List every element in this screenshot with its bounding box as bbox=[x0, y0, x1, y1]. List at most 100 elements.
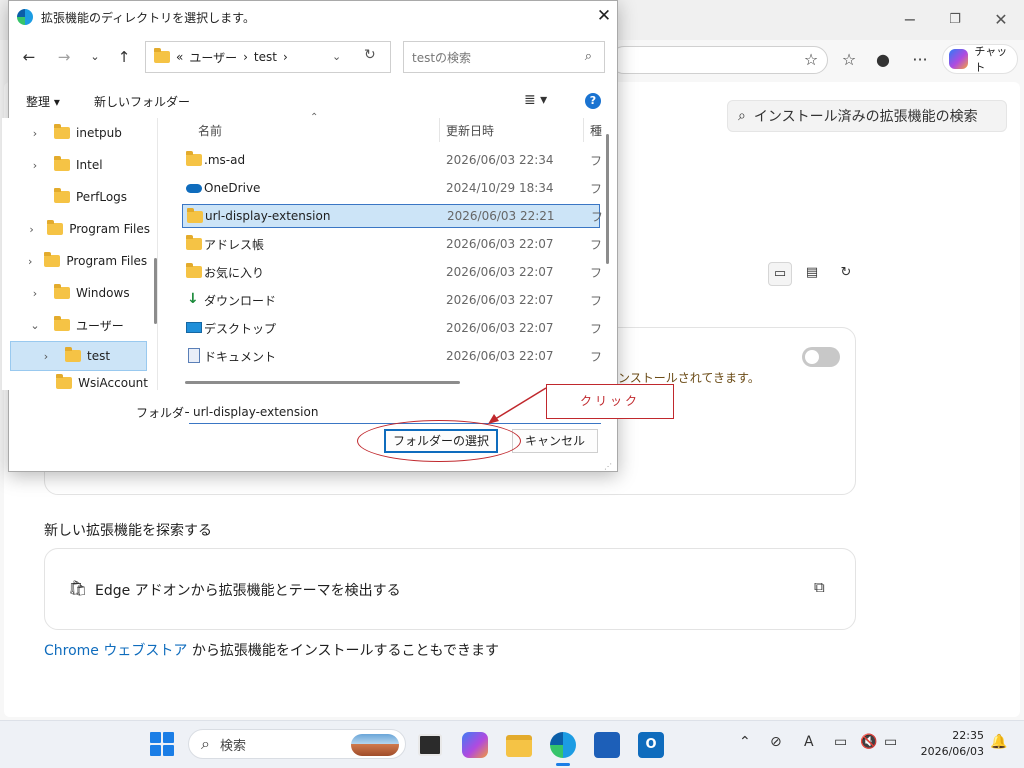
file-type: フ bbox=[590, 349, 603, 364]
start-button[interactable] bbox=[150, 732, 174, 756]
file-row[interactable]: お気に入り 2026/06/03 22:07 フ bbox=[182, 260, 602, 284]
search-highlight-image bbox=[351, 734, 399, 756]
back-button[interactable]: ← bbox=[18, 44, 40, 70]
notification-bell-icon[interactable]: 🔔 bbox=[990, 734, 1007, 750]
chevron-right-icon[interactable]: › bbox=[28, 255, 32, 268]
chevron-right-icon[interactable]: › bbox=[28, 159, 42, 172]
show-hidden-icons-chevron-icon[interactable]: ⌃ bbox=[739, 734, 751, 750]
up-folder-button[interactable]: ↑ bbox=[113, 44, 135, 70]
microsoft-store-icon[interactable] bbox=[594, 732, 620, 758]
folder-icon bbox=[186, 263, 202, 278]
tree-item-program-files-x86[interactable]: › Program Files (x86) bbox=[28, 246, 150, 276]
breadcrumb-item-users[interactable]: ユーザー bbox=[189, 49, 237, 66]
tree-item-label: WsiAccount bbox=[78, 376, 148, 390]
tree-item-users[interactable]: ⌄ ユーザー bbox=[28, 310, 174, 340]
chrome-store-line: Chrome ウェブストア から拡張機能をインストールすることもできます bbox=[44, 640, 499, 660]
chevron-right-icon[interactable]: › bbox=[28, 223, 35, 236]
file-row[interactable]: .ms-ad 2026/06/03 22:34 フ bbox=[182, 148, 602, 172]
breadcrumb-overflow[interactable]: « bbox=[176, 50, 183, 64]
reload-icon[interactable]: ↻ bbox=[834, 262, 858, 286]
edge-taskbar-icon[interactable] bbox=[550, 732, 576, 758]
more-menu-icon[interactable]: ··· bbox=[907, 48, 933, 72]
breadcrumb-item-test[interactable]: test bbox=[254, 50, 277, 64]
chrome-store-link[interactable]: Chrome ウェブストア bbox=[44, 643, 187, 659]
taskbar-search-box[interactable]: ⌕ 検索 bbox=[188, 729, 406, 759]
column-header-name[interactable]: 名前 bbox=[198, 122, 222, 139]
file-explorer-icon[interactable] bbox=[506, 735, 532, 757]
column-divider[interactable] bbox=[583, 118, 584, 142]
task-view-icon[interactable] bbox=[418, 734, 442, 756]
edge-addons-link-text: Edge アドオンから拡張機能とテーマを検出する bbox=[95, 583, 401, 599]
cancel-button[interactable]: キャンセル bbox=[512, 429, 598, 453]
recent-locations-chevron-icon[interactable]: ⌄ bbox=[84, 44, 106, 70]
display-icon[interactable]: ▭ bbox=[834, 734, 847, 750]
chevron-right-icon[interactable]: › bbox=[28, 127, 42, 140]
file-list-horizontal-scrollbar[interactable] bbox=[185, 381, 460, 384]
breadcrumb-dropdown-icon[interactable]: ⌄ bbox=[332, 50, 341, 63]
clock-time: 22:35 bbox=[952, 729, 984, 742]
volume-muted-icon[interactable]: 🔇 bbox=[860, 734, 877, 750]
refresh-icon[interactable]: ↻ bbox=[364, 47, 376, 63]
profile-avatar[interactable]: ● bbox=[870, 48, 896, 72]
folder-icon bbox=[54, 284, 70, 299]
tree-item-test[interactable]: › test bbox=[10, 341, 147, 371]
file-row[interactable]: アドレス帳 2026/06/03 22:07 フ bbox=[182, 232, 602, 256]
folder-icon bbox=[54, 316, 70, 331]
folder-icon bbox=[154, 48, 170, 63]
folder-search-input[interactable]: testの検索 ⌕ bbox=[403, 41, 605, 73]
chevron-down-icon[interactable]: ⌄ bbox=[28, 319, 42, 332]
dialog-close-button[interactable]: ✕ bbox=[593, 5, 615, 27]
organize-menu[interactable]: 整理 ▾ bbox=[26, 93, 60, 110]
file-row[interactable]: ↓ ダウンロード 2026/06/03 22:07 フ bbox=[182, 288, 602, 312]
input-method-icon[interactable]: A bbox=[804, 734, 814, 750]
tree-item-program-files[interactable]: › Program Files bbox=[28, 214, 150, 244]
column-header-date[interactable]: 更新日時 bbox=[446, 122, 494, 139]
battery-charging-icon[interactable]: ▭ bbox=[884, 734, 897, 750]
file-row[interactable]: デスクトップ 2026/06/03 22:07 フ bbox=[182, 316, 602, 340]
folder-icon bbox=[54, 156, 70, 171]
chrome-store-suffix: から拡張機能をインストールすることもできます bbox=[187, 643, 499, 659]
help-icon[interactable]: ? bbox=[585, 93, 601, 109]
pack-extension-icon[interactable]: ▭ bbox=[768, 262, 792, 286]
network-offline-icon[interactable]: ⊘ bbox=[770, 734, 782, 750]
extension-search-box[interactable]: ⌕ インストール済みの拡張機能の検索 bbox=[727, 100, 1007, 132]
microsoft365-icon[interactable] bbox=[462, 732, 488, 758]
tree-scrollbar[interactable] bbox=[154, 258, 157, 324]
file-row[interactable]: OneDrive 2024/10/29 18:34 フ bbox=[182, 176, 602, 200]
favorite-star-icon[interactable]: ☆ bbox=[798, 48, 824, 72]
new-folder-button[interactable]: 新しいフォルダー bbox=[94, 93, 190, 110]
search-icon: ⌕ bbox=[584, 49, 592, 64]
favorites-icon[interactable]: ☆ bbox=[836, 48, 862, 72]
tree-item-wsiaccount[interactable]: WsiAccount bbox=[40, 374, 148, 392]
system-clock[interactable]: 22:35 2026/06/03 bbox=[914, 728, 984, 760]
copilot-chat-button[interactable]: チャット bbox=[942, 44, 1018, 74]
column-header-type[interactable]: 種 bbox=[590, 122, 602, 139]
chevron-right-icon[interactable]: › bbox=[28, 287, 42, 300]
resize-grip-icon[interactable]: ⋰ bbox=[604, 462, 612, 471]
file-row[interactable]: ドキュメント 2026/06/03 22:07 フ bbox=[182, 344, 603, 368]
address-bar[interactable] bbox=[610, 46, 828, 74]
forward-button[interactable]: → bbox=[53, 44, 75, 70]
tree-item-windows[interactable]: › Windows bbox=[28, 278, 174, 308]
outlook-icon[interactable]: O bbox=[638, 732, 664, 758]
tree-item-perflogs[interactable]: PerfLogs bbox=[28, 182, 174, 212]
download-icon: ↓ bbox=[187, 291, 199, 307]
chevron-right-icon[interactable]: › bbox=[283, 50, 288, 64]
tree-item-intel[interactable]: › Intel bbox=[28, 150, 174, 180]
view-options-icon[interactable]: ≣ ▾ bbox=[524, 92, 547, 108]
file-list-vertical-scrollbar[interactable] bbox=[606, 134, 609, 264]
file-row-selected[interactable]: url-display-extension 2026/06/03 22:21 フ bbox=[182, 204, 603, 228]
tree-item-inetpub[interactable]: › inetpub bbox=[28, 118, 174, 148]
column-divider[interactable] bbox=[439, 118, 440, 142]
chevron-right-icon[interactable]: › bbox=[39, 350, 53, 363]
folder-icon bbox=[54, 188, 70, 203]
sort-ascending-icon: ⌃ bbox=[310, 112, 319, 123]
load-unpacked-icon[interactable]: ▤ bbox=[800, 262, 824, 286]
file-date: 2026/06/03 22:21 bbox=[447, 209, 555, 223]
tree-item-label: inetpub bbox=[76, 126, 122, 140]
minimize-button[interactable]: − bbox=[897, 8, 923, 32]
restore-button[interactable]: ❐ bbox=[942, 8, 968, 32]
address-breadcrumb[interactable]: « ユーザー › test › bbox=[145, 41, 391, 73]
window-close-button[interactable]: ✕ bbox=[988, 8, 1014, 32]
developer-mode-toggle[interactable] bbox=[802, 347, 840, 367]
